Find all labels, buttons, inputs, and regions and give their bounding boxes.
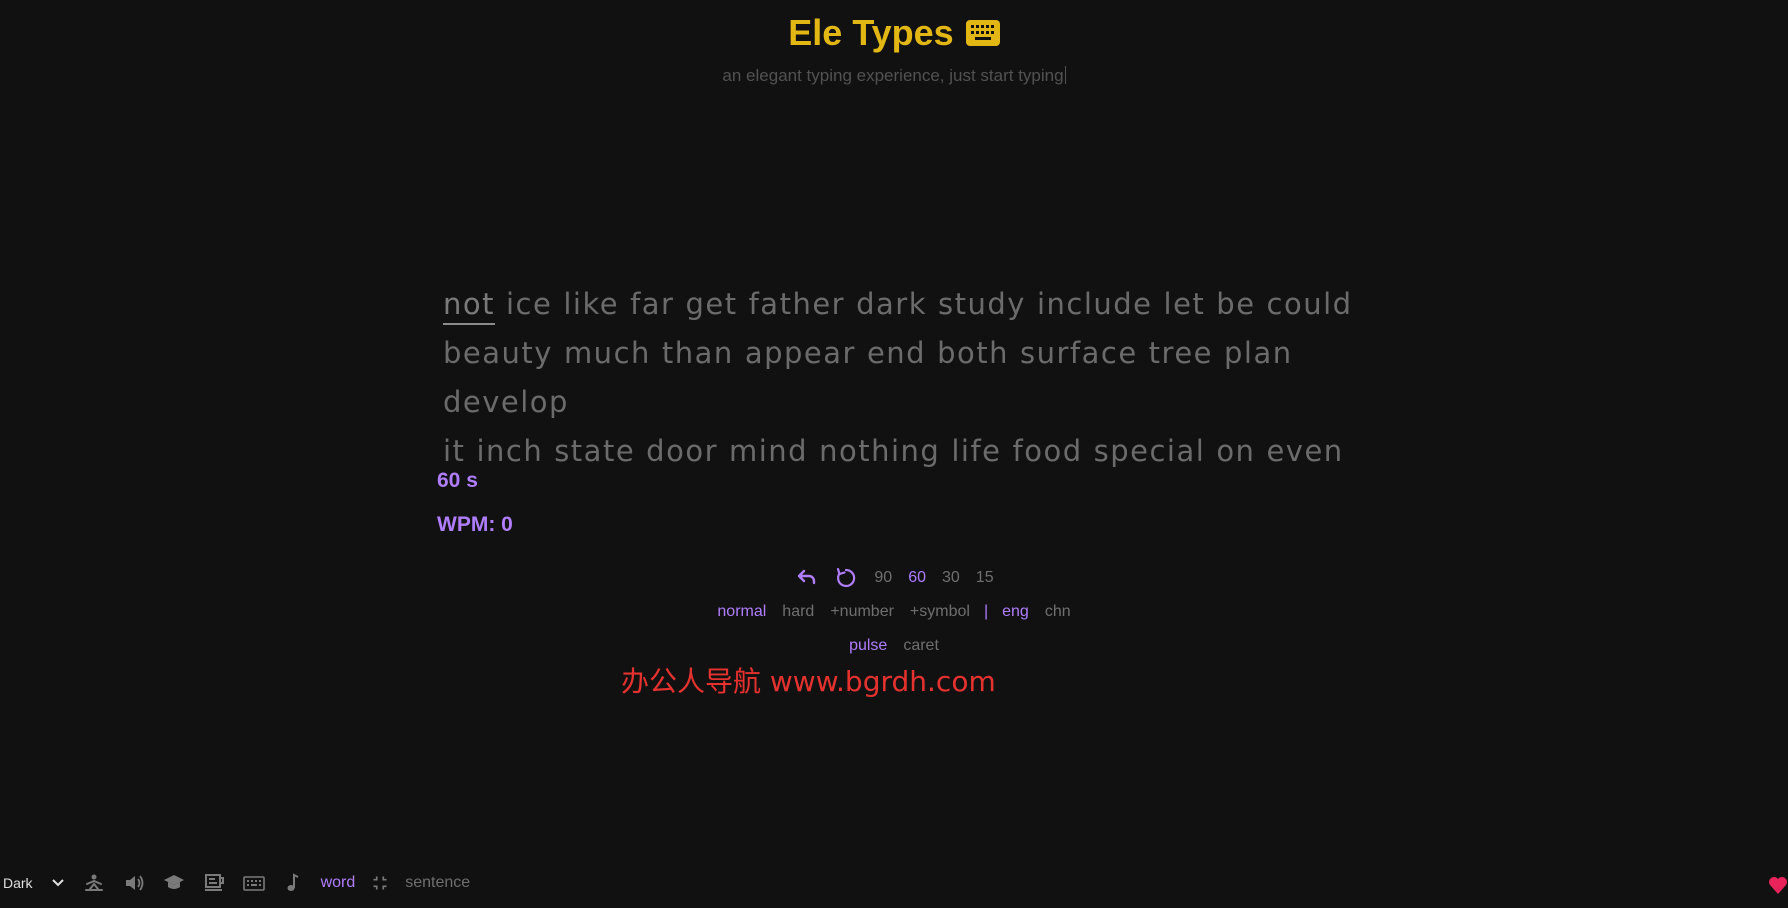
- word: get: [685, 287, 738, 321]
- watermark: 办公人导航 www.bgrdh.com: [621, 665, 996, 698]
- music-note-icon[interactable]: [283, 872, 305, 894]
- timer: 60 s: [437, 469, 478, 492]
- word: far: [630, 287, 675, 321]
- duration-15[interactable]: 15: [968, 569, 1002, 587]
- word: door: [646, 434, 718, 468]
- text-caret: [1064, 66, 1066, 84]
- duration-90[interactable]: 90: [866, 569, 900, 587]
- wpm-counter: WPM: 0: [437, 513, 513, 536]
- word: food: [1012, 434, 1083, 468]
- word: mind: [729, 434, 809, 468]
- duration-30[interactable]: 30: [934, 569, 968, 587]
- keyboard-icon: [965, 20, 1000, 46]
- word: state: [554, 434, 636, 468]
- word: be: [1216, 287, 1256, 321]
- word: could: [1266, 287, 1353, 321]
- undo-icon[interactable]: [794, 566, 818, 590]
- difficulty-symbol[interactable]: +symbol: [902, 603, 978, 621]
- compress-icon[interactable]: [371, 874, 389, 892]
- mode-controls: normal hard +number +symbol | eng chn: [0, 603, 1788, 621]
- coffee-icon[interactable]: [203, 872, 225, 894]
- word: father: [748, 287, 846, 321]
- word: on: [1216, 434, 1256, 468]
- word: plan: [1224, 336, 1293, 370]
- header: Ele Types an elegant typing experience, …: [0, 12, 1788, 86]
- difficulty-number[interactable]: +number: [822, 603, 902, 621]
- word: dark: [856, 287, 927, 321]
- word: even: [1266, 434, 1344, 468]
- word: ice: [506, 287, 553, 321]
- app-title[interactable]: Ele Types: [788, 12, 953, 54]
- word-line: not ice like far get father dark study include le…: [443, 280, 1423, 329]
- separator: |: [983, 603, 989, 620]
- difficulty-normal[interactable]: normal: [709, 603, 774, 621]
- caret-style-controls: pulse caret: [0, 637, 1788, 655]
- word-mode-toggle[interactable]: word: [321, 874, 356, 892]
- sound-icon[interactable]: [123, 872, 145, 894]
- word: inch: [476, 434, 544, 468]
- language-chn[interactable]: chn: [1037, 603, 1079, 621]
- graduation-cap-icon[interactable]: [163, 872, 185, 894]
- caret-style-caret[interactable]: caret: [895, 637, 947, 655]
- keyboard-icon[interactable]: [242, 872, 265, 894]
- duration-controls: 90 60 30 15: [0, 566, 1788, 590]
- sentence-mode-toggle[interactable]: sentence: [405, 874, 470, 892]
- typing-words[interactable]: not ice like far get father dark study include le…: [443, 280, 1423, 476]
- current-word: not: [443, 285, 495, 325]
- language-eng[interactable]: eng: [994, 603, 1037, 621]
- restart-icon[interactable]: [834, 566, 858, 590]
- chevron-down-icon: [51, 879, 64, 887]
- word: much: [563, 336, 651, 370]
- word: like: [563, 287, 620, 321]
- heart-icon[interactable]: [1768, 872, 1788, 896]
- duration-60[interactable]: 60: [900, 569, 934, 587]
- word: end: [866, 336, 927, 370]
- word: life: [951, 434, 1002, 468]
- zen-mode-icon[interactable]: [83, 872, 105, 894]
- word: surface: [1019, 336, 1138, 370]
- subtitle-text: an elegant typing experience, just start…: [722, 66, 1064, 85]
- subtitle: an elegant typing experience, just start…: [0, 66, 1788, 86]
- word: tree: [1148, 336, 1214, 370]
- caret-style-pulse[interactable]: pulse: [841, 637, 895, 655]
- title-row: Ele Types: [788, 12, 1000, 54]
- word: both: [937, 336, 1009, 370]
- word: nothing: [819, 434, 941, 468]
- theme-label: Dark: [3, 875, 33, 891]
- word: special: [1093, 434, 1206, 468]
- word: let: [1163, 287, 1206, 321]
- word: appear: [744, 336, 856, 370]
- word: beauty: [443, 336, 553, 370]
- theme-select[interactable]: Dark: [0, 875, 65, 891]
- difficulty-hard[interactable]: hard: [774, 603, 822, 621]
- word: study: [938, 287, 1026, 321]
- word: develop: [443, 385, 569, 419]
- word: include: [1036, 287, 1153, 321]
- word-line: it inch state door mind nothing life food specia…: [443, 427, 1423, 476]
- footer: Dark word sentence: [0, 866, 1788, 900]
- word: than: [661, 336, 734, 370]
- word-line: beauty much than appear end both surface tree pl…: [443, 329, 1423, 427]
